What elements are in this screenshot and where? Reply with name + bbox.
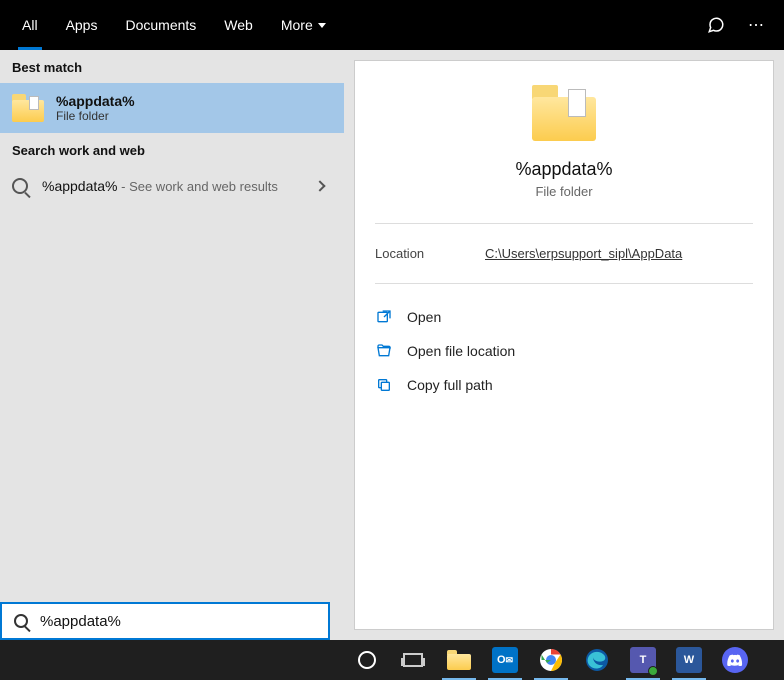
tab-documents[interactable]: Documents [111,0,210,50]
tab-more[interactable]: More [267,0,340,50]
result-title: %appdata% [56,93,135,109]
action-open[interactable]: Open [375,300,753,334]
folder-open-icon [375,342,393,360]
taskbar-outlook[interactable]: O✉ [482,640,528,680]
web-query: %appdata% [42,178,118,194]
folder-icon [532,85,596,141]
preview-card: %appdata% File folder Location C:\Users\… [354,60,774,630]
folder-icon [12,94,44,122]
taskbar-word[interactable]: W [666,640,712,680]
web-result[interactable]: %appdata% - See work and web results [0,166,344,206]
word-icon: W [676,647,702,673]
tab-more-label: More [281,17,313,33]
search-web-header: Search work and web [0,133,344,166]
action-label: Open [407,309,441,325]
best-match-result[interactable]: %appdata% File folder [0,83,344,133]
more-options-icon[interactable]: ⋯ [736,0,776,50]
feedback-icon[interactable] [696,0,736,50]
search-box[interactable] [0,602,330,640]
action-open-location[interactable]: Open file location [375,334,753,368]
search-input[interactable] [40,613,316,630]
chevron-down-icon [318,23,326,28]
task-view-button[interactable] [390,640,436,680]
tab-apps[interactable]: Apps [52,0,112,50]
preview-subtitle: File folder [535,184,592,199]
preview-title: %appdata% [515,159,612,180]
taskbar-teams[interactable]: T [620,640,666,680]
taskbar-edge[interactable] [574,640,620,680]
search-icon [14,614,28,628]
location-label: Location [375,246,485,261]
copy-icon [375,376,393,394]
tab-all[interactable]: All [8,0,52,50]
cortana-button[interactable] [344,640,390,680]
search-icon [12,178,28,194]
taskbar-chrome[interactable] [528,640,574,680]
action-label: Copy full path [407,377,493,393]
best-match-header: Best match [0,50,344,83]
action-label: Open file location [407,343,515,359]
search-tabs-bar: All Apps Documents Web More ⋯ [0,0,784,50]
chevron-right-icon [314,180,325,191]
location-row: Location C:\Users\erpsupport_sipl\AppDat… [375,224,753,284]
tab-web[interactable]: Web [210,0,267,50]
result-subtitle: File folder [56,109,135,123]
results-panel: Best match %appdata% File folder Search … [0,50,344,640]
action-copy-path[interactable]: Copy full path [375,368,753,402]
preview-panel-wrap: %appdata% File folder Location C:\Users\… [344,50,784,640]
location-value[interactable]: C:\Users\erpsupport_sipl\AppData [485,246,682,261]
taskbar-discord[interactable] [712,640,758,680]
taskbar-file-explorer[interactable] [436,640,482,680]
taskbar: O✉ T W [0,640,784,680]
open-icon [375,308,393,326]
web-hint: - See work and web results [118,179,278,194]
outlook-icon: O [497,654,506,666]
